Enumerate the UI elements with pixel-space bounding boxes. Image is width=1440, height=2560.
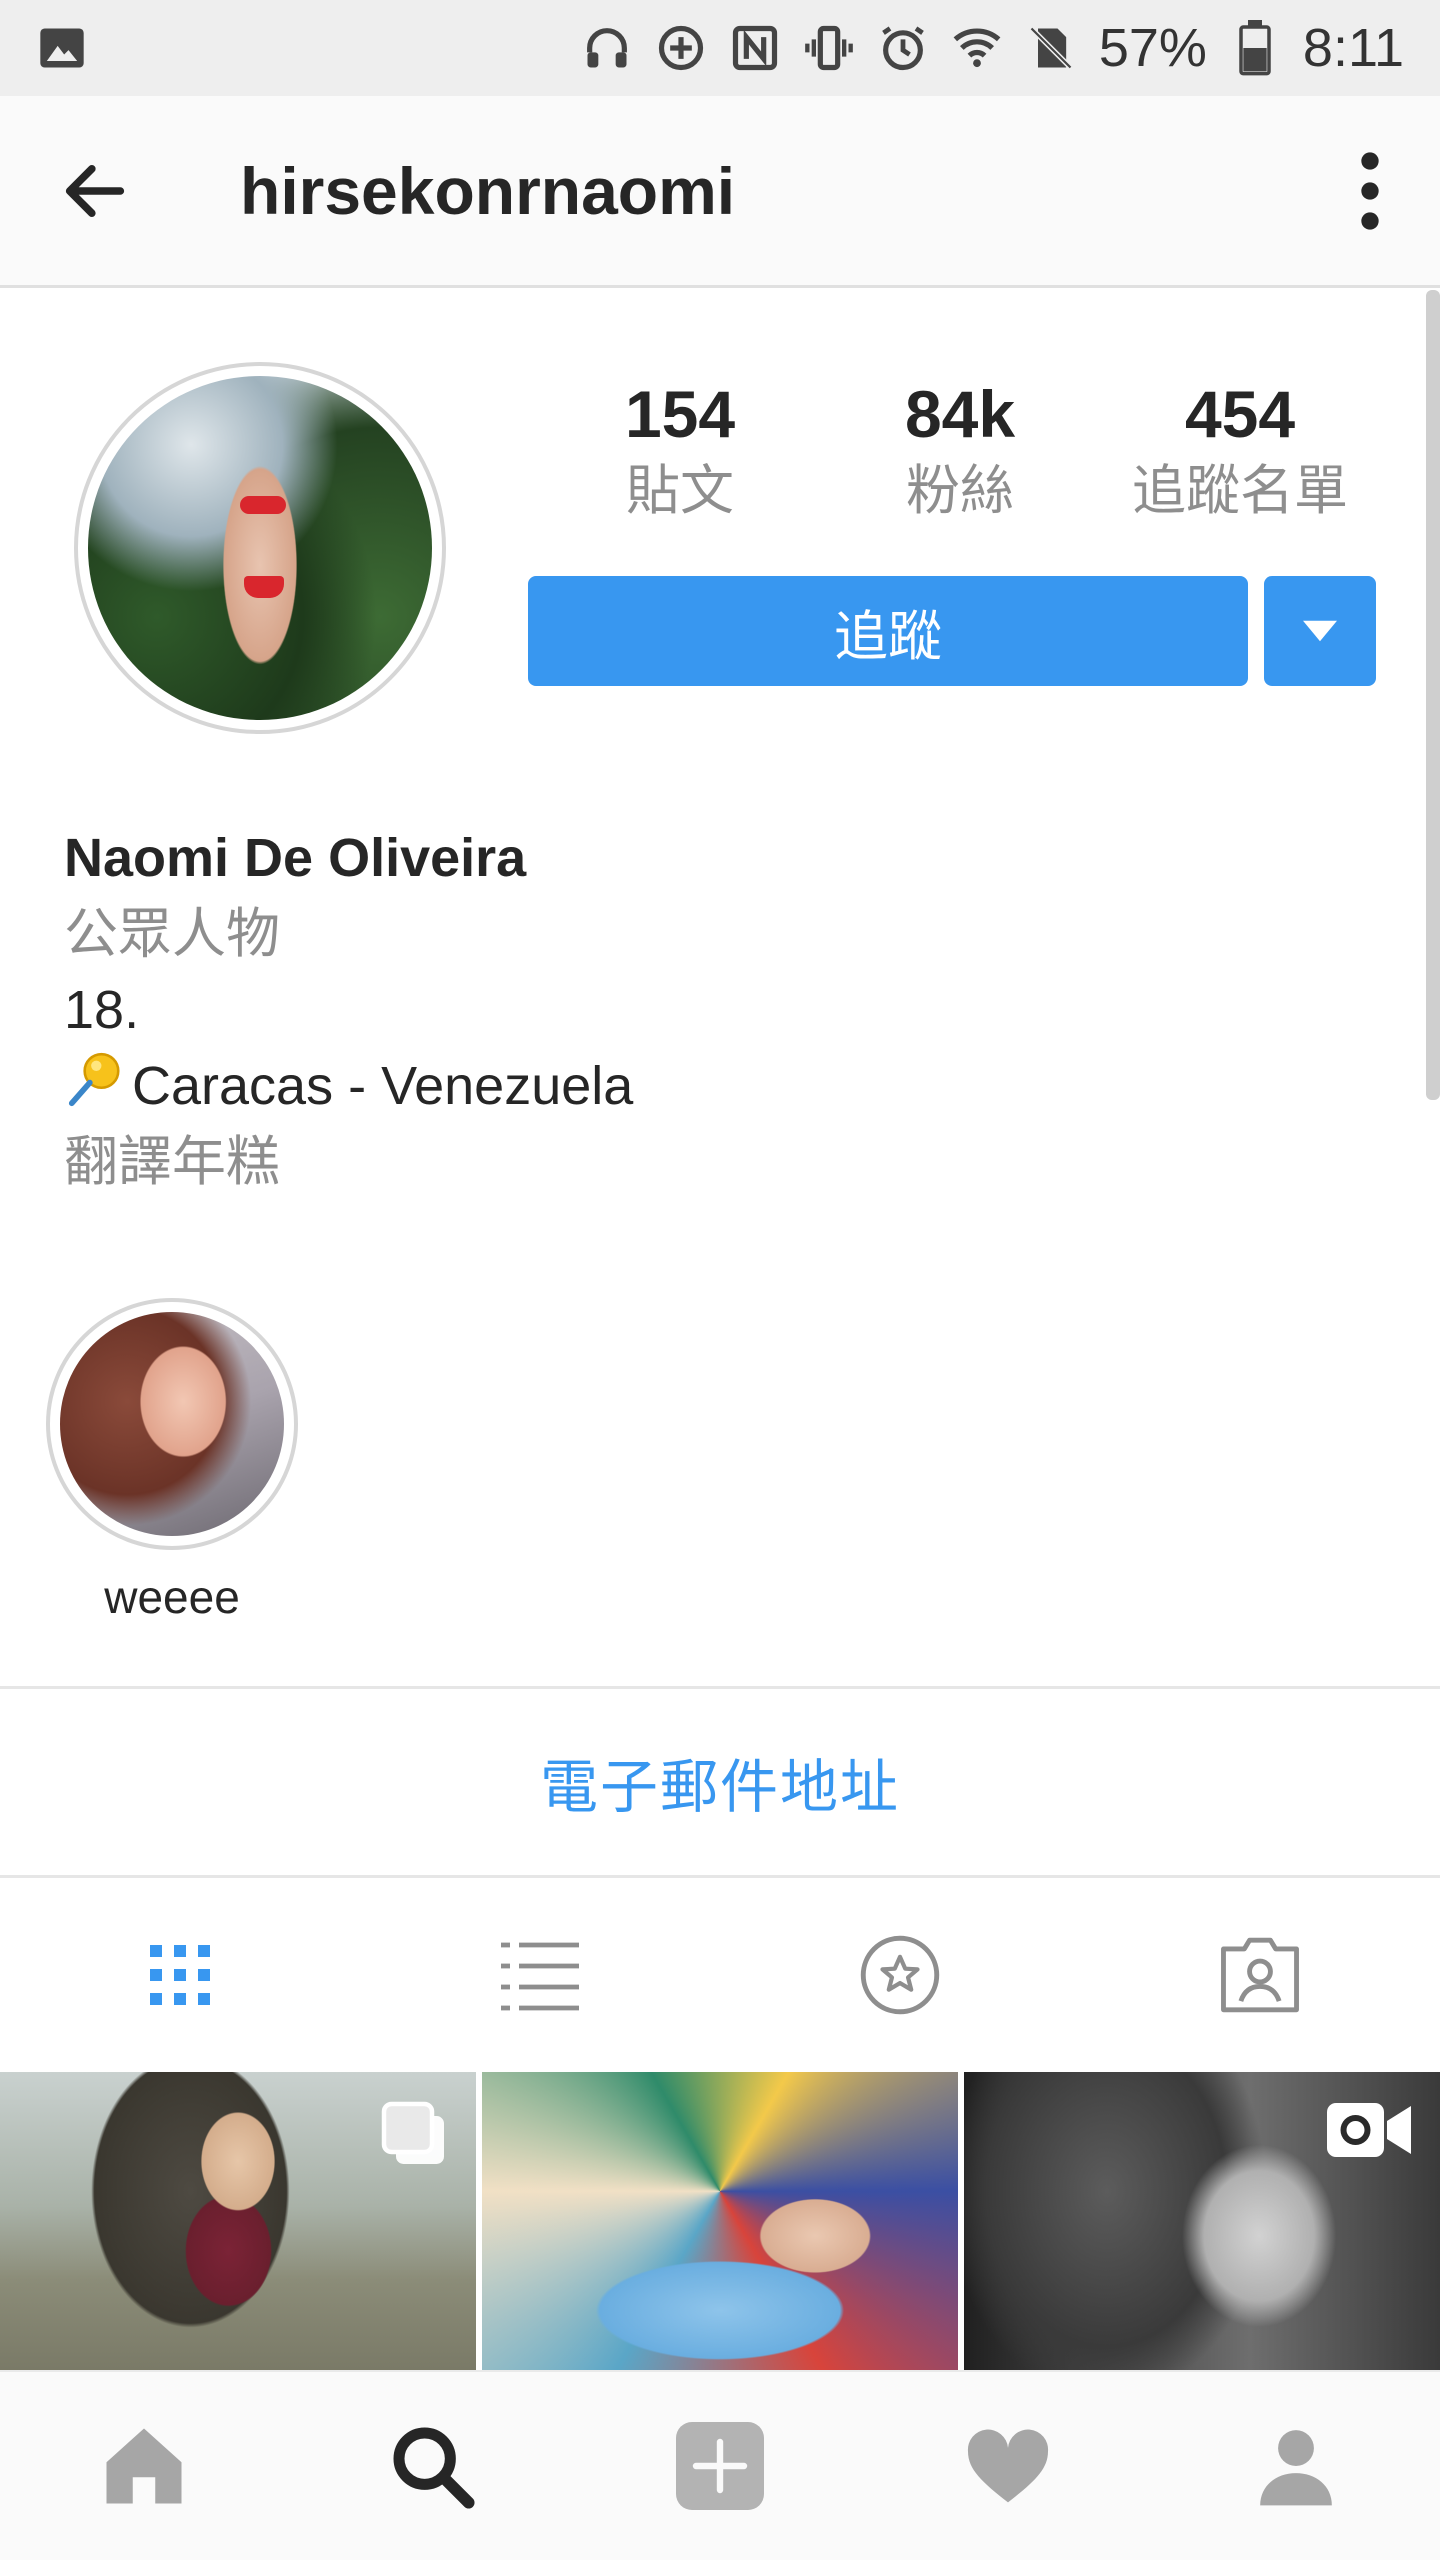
- arrow-left-icon: [65, 164, 125, 217]
- stat-posts[interactable]: 154 貼文: [540, 378, 820, 520]
- clock: 8:11: [1302, 18, 1404, 78]
- post-thumbnail[interactable]: [482, 2072, 958, 2370]
- profile-category: 公眾人物: [64, 902, 280, 965]
- bio-location-line: Caracas - Venezuela: [64, 1048, 1364, 1124]
- video-camera-icon: [1324, 2098, 1414, 2166]
- data-saver-icon: [655, 22, 707, 74]
- follow-button[interactable]: 追蹤: [528, 576, 1248, 686]
- nav-search[interactable]: [288, 2372, 576, 2560]
- post-grid: [0, 2072, 1440, 2370]
- contact-section: 電子郵件地址: [0, 1686, 1440, 1878]
- profile-tabs: [0, 1880, 1440, 2070]
- highlight-label: weeee: [104, 1571, 240, 1623]
- highlight-image: [60, 1312, 284, 1536]
- alarm-icon: [877, 22, 929, 74]
- highlight-cover: [46, 1298, 298, 1550]
- full-name: Naomi De Oliveira: [64, 828, 527, 888]
- bottom-navigation: [0, 2370, 1440, 2560]
- posts-count: 154: [624, 377, 736, 451]
- following-label: 追蹤名單: [1132, 458, 1348, 522]
- tab-list[interactable]: [360, 1880, 720, 2070]
- more-vertical-icon: [1361, 151, 1379, 230]
- add-post-icon: [676, 2422, 764, 2510]
- top-app-bar: hirsekonrnaomi: [0, 96, 1440, 288]
- post-thumbnail[interactable]: [964, 2072, 1440, 2370]
- carousel-icon: [378, 2098, 450, 2174]
- headphones-icon: [581, 22, 633, 74]
- tab-tagged[interactable]: [1080, 1880, 1440, 2070]
- profile-icon: [1260, 2430, 1332, 2506]
- battery-icon: [1229, 20, 1281, 76]
- stat-following[interactable]: 454 追蹤名單: [1100, 378, 1380, 520]
- heart-icon: [967, 2429, 1049, 2503]
- tab-saved[interactable]: [720, 1880, 1080, 2070]
- scrollbar[interactable]: [1426, 290, 1440, 1100]
- search-icon: [393, 2427, 475, 2509]
- gallery-notification-icon: [36, 22, 88, 74]
- nav-activity[interactable]: [864, 2372, 1152, 2560]
- suggested-accounts-button[interactable]: [1264, 576, 1376, 686]
- post-thumbnail[interactable]: [0, 2072, 476, 2370]
- pushpin-icon: [64, 1049, 126, 1131]
- grid-icon: [150, 1945, 210, 2005]
- wifi-icon: [951, 22, 1003, 74]
- vibrate-icon: [803, 22, 855, 74]
- profile-avatar[interactable]: [74, 362, 446, 734]
- story-highlight[interactable]: weeee: [46, 1298, 298, 1624]
- followers-count: 84k: [904, 377, 1016, 451]
- posts-label: 貼文: [626, 458, 734, 522]
- tagged-person-icon: [1221, 1937, 1299, 2013]
- bio-text: 18.: [64, 980, 140, 1040]
- tab-grid[interactable]: [0, 1880, 360, 2070]
- email-button[interactable]: 電子郵件地址: [540, 1740, 900, 1824]
- no-sim-icon: [1025, 22, 1077, 74]
- home-icon: [106, 2428, 182, 2504]
- translate-bio-link[interactable]: 翻譯年糕: [64, 1124, 1364, 1200]
- page-title: hirsekonrnaomi: [240, 153, 736, 228]
- caret-down-icon: [1303, 620, 1337, 642]
- more-options-button[interactable]: [1340, 136, 1400, 246]
- battery-percent: 57%: [1098, 18, 1207, 78]
- following-count: 454: [1184, 377, 1296, 451]
- nav-create[interactable]: [576, 2372, 864, 2560]
- back-button[interactable]: [50, 146, 140, 236]
- nfc-icon: [729, 22, 781, 74]
- status-bar: 57% 8:11: [0, 0, 1440, 96]
- profile-stats: 154 貼文 84k 粉絲 454 追蹤名單: [540, 378, 1380, 520]
- stat-followers[interactable]: 84k 粉絲: [820, 378, 1100, 520]
- profile-bio: Naomi De Oliveira 公眾人物 18. Caracas - Ven…: [64, 820, 1364, 1200]
- list-icon: [501, 1942, 579, 2011]
- bio-location: Caracas - Venezuela: [132, 1056, 634, 1116]
- nav-home[interactable]: [0, 2372, 288, 2560]
- followers-label: 粉絲: [906, 458, 1014, 522]
- profile-photo: [88, 376, 432, 720]
- nav-profile[interactable]: [1152, 2372, 1440, 2560]
- star-circle-icon: [860, 1935, 940, 2015]
